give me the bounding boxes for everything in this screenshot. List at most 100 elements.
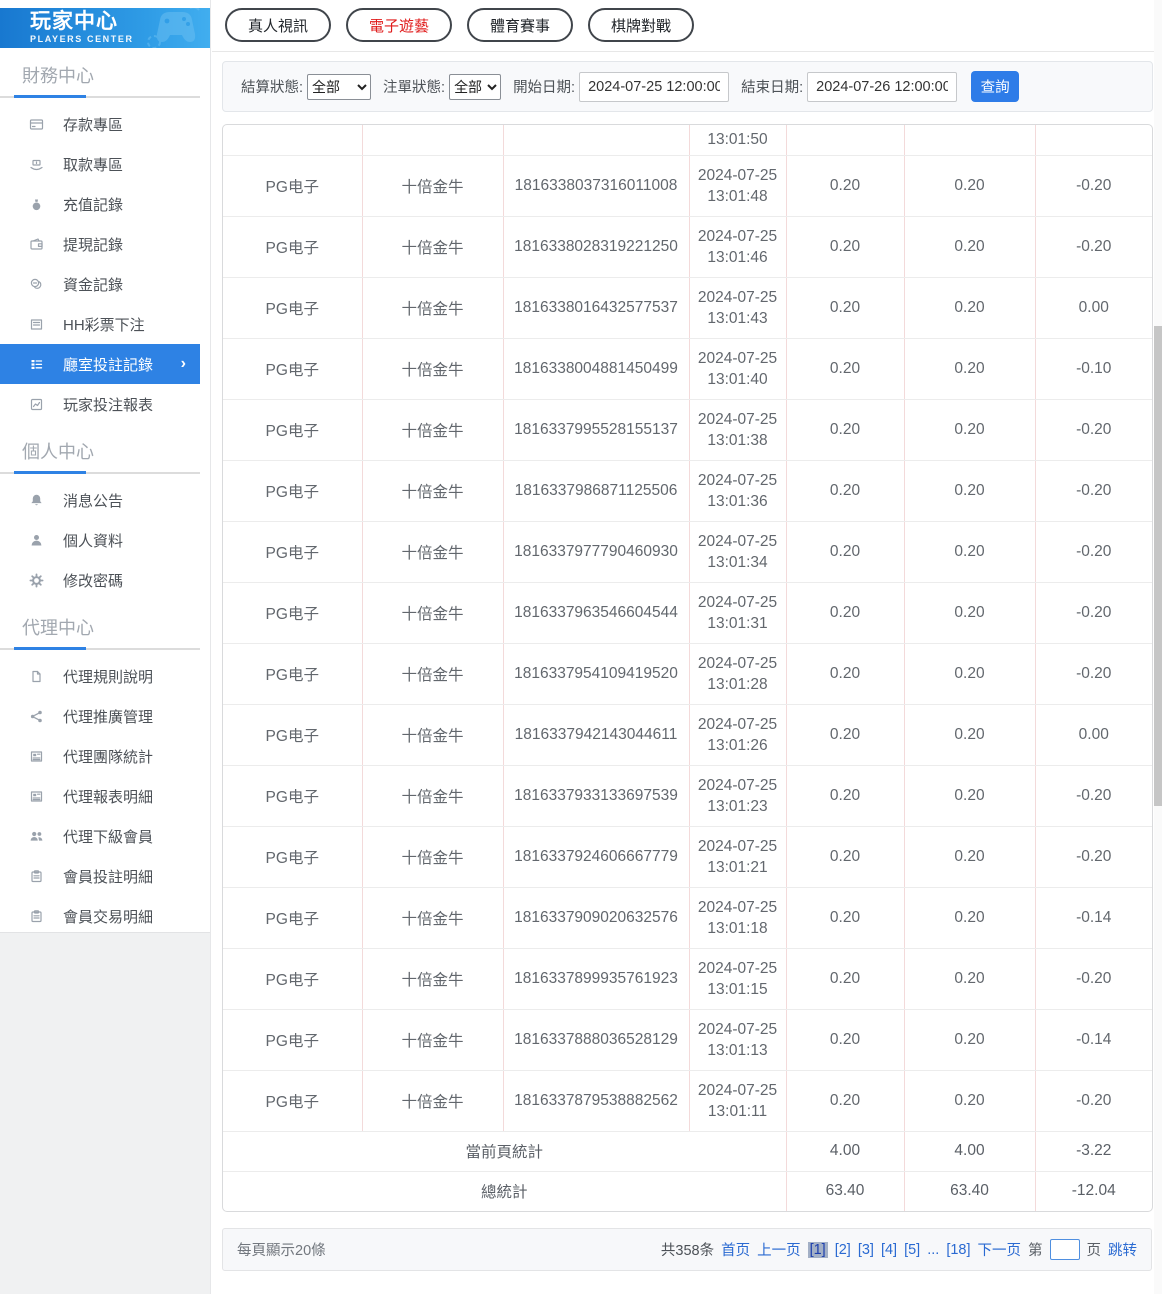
sidebar-item-announcements[interactable]: 消息公告	[0, 480, 210, 520]
cell-valid-bet: 0.20	[904, 277, 1036, 339]
cell-valid-bet: 0.20	[904, 460, 1036, 522]
cell-platform: PG电子	[223, 521, 363, 583]
cell-order-no: 1816338028319221250	[503, 216, 690, 278]
sidebar-item-agent-report-detail[interactable]: 代理報表明細	[0, 776, 210, 816]
sidebar-item-label: 存款專區	[63, 116, 124, 134]
sidebar-item-deposit[interactable]: 存款專區	[0, 104, 210, 144]
sidebar-item-agent-sub-members[interactable]: 代理下級會員	[0, 816, 210, 856]
news-icon	[28, 788, 45, 805]
cell-bet-time: 2024-07-25 13:01:46	[689, 216, 787, 278]
cell-platform	[223, 125, 363, 156]
sidebar-item-label: 資金記錄	[63, 276, 124, 294]
sidebar-item-hh-lottery[interactable]: HH彩票下注	[0, 304, 210, 344]
cell-platform: PG电子	[223, 826, 363, 888]
sidebar-item-label: 提現記錄	[63, 236, 124, 254]
sidebar-item-label: 取款專區	[63, 156, 124, 174]
page-link-2[interactable]: [2]	[835, 1242, 851, 1258]
cell-profit: -0.20	[1035, 765, 1152, 827]
cell-game: 十倍金牛	[362, 582, 504, 644]
share-icon	[28, 708, 45, 725]
cell-bet-time: 2024-07-25 13:01:18	[689, 887, 787, 949]
cell-order-no: 1816337977790460930	[503, 521, 690, 583]
order-status-label: 注單狀態:	[383, 80, 446, 96]
cell-profit: -0.20	[1035, 1070, 1152, 1132]
sidebar-item-room-bet-records[interactable]: 廳室投註記錄 ›	[0, 344, 200, 384]
jump-button[interactable]: 跳转	[1108, 1239, 1137, 1260]
sidebar-item-agent-team-stats[interactable]: 代理團隊統計	[0, 736, 210, 776]
sidebar-item-label: 廳室投註記錄	[63, 356, 154, 374]
cell-bet-time: 2024-07-25 13:01:15	[689, 948, 787, 1010]
sidebar-item-label: 代理團隊統計	[63, 748, 154, 766]
sidebar-item-label: 代理規則說明	[63, 668, 154, 686]
sidebar-item-funds-record[interactable]: 資金記錄	[0, 264, 210, 304]
cell-profit: -0.10	[1035, 338, 1152, 400]
table-row: PG电子 十倍金牛 1816337977790460930 2024-07-25…	[223, 521, 1152, 583]
sidebar-item-member-bet-detail[interactable]: 會員投註明細	[0, 856, 210, 896]
sidebar-item-member-transaction-detail[interactable]: 會員交易明細	[0, 896, 210, 936]
sidebar-item-profile[interactable]: 個人資料	[0, 520, 210, 560]
cell-valid-bet: 0.20	[904, 948, 1036, 1010]
sidebar-item-change-password[interactable]: 修改密碼	[0, 560, 210, 600]
start-date-input[interactable]	[579, 71, 730, 102]
cell-profit: -0.20	[1035, 643, 1152, 705]
jump-prefix-label: 第	[1028, 1243, 1043, 1259]
cell-profit: -0.20	[1035, 155, 1152, 217]
cell-order-no: 1816337909020632576	[503, 887, 690, 949]
sidebar-item-recharge-record[interactable]: 充值記錄	[0, 184, 210, 224]
sidebar-item-agent-rules[interactable]: 代理規則說明	[0, 656, 210, 696]
settle-status-select[interactable]: 全部	[307, 73, 372, 100]
order-status-select[interactable]: 全部	[449, 73, 502, 100]
section-title-agent: 代理中心	[22, 618, 94, 638]
next-page-link[interactable]: 下一页	[978, 1239, 1022, 1260]
cell-profit: -0.20	[1035, 216, 1152, 278]
sidebar-item-withdraw[interactable]: 取款專區	[0, 144, 210, 184]
page-link-3[interactable]: [3]	[858, 1242, 874, 1258]
sidebar-item-agent-promotion[interactable]: 代理推廣管理	[0, 696, 210, 736]
vertical-scrollbar-thumb[interactable]	[1154, 326, 1162, 806]
cell-game: 十倍金牛	[362, 1070, 504, 1132]
cell-platform: PG电子	[223, 765, 363, 827]
table-row-partial: 13:01:50	[223, 125, 1152, 156]
cell-valid-bet: 0.20	[904, 826, 1036, 888]
cell-order-no: 1816337888036528129	[503, 1009, 690, 1071]
end-date-input[interactable]	[807, 71, 958, 102]
document-icon	[28, 668, 45, 685]
cell-bet-amount: 0.20	[786, 704, 905, 766]
prev-page-link[interactable]: 上一页	[757, 1239, 801, 1260]
tab-live-casino[interactable]: 真人視訊	[225, 8, 332, 42]
pagination-ellipsis: ...	[927, 1241, 940, 1258]
cell-platform: PG电子	[223, 1070, 363, 1132]
page-summary-valid-bet: 4.00	[904, 1131, 1036, 1172]
sidebar-item-withdraw-record[interactable]: 提現記錄	[0, 224, 210, 264]
page-link-1-current[interactable]: [1]	[807, 1241, 828, 1258]
cell-valid-bet: 0.20	[904, 765, 1036, 827]
sidebar-item-label: 消息公告	[63, 492, 124, 510]
cell-bet-time: 2024-07-25 13:01:48	[689, 155, 787, 217]
settle-status-label: 結算狀態:	[241, 80, 304, 96]
tab-electronic-games[interactable]: 電子遊藝	[346, 8, 453, 42]
cell-valid-bet: 0.20	[904, 1009, 1036, 1071]
first-page-link[interactable]: 首页	[721, 1239, 750, 1260]
page-summary-row: 當前頁統計 4.00 4.00 -3.22	[223, 1131, 1152, 1172]
search-button[interactable]: 查詢	[971, 71, 1020, 102]
cell-platform: PG电子	[223, 582, 363, 644]
jump-page-input[interactable]	[1049, 1239, 1080, 1260]
cell-profit: -0.20	[1035, 521, 1152, 583]
tab-board-card-games[interactable]: 棋牌對戰	[588, 8, 695, 42]
page-link-5[interactable]: [5]	[904, 1242, 920, 1258]
cell-game: 十倍金牛	[362, 1009, 504, 1071]
cell-platform: PG电子	[223, 948, 363, 1010]
table-row: PG电子 十倍金牛 1816337954109419520 2024-07-25…	[223, 643, 1152, 705]
tab-sports[interactable]: 體育賽事	[467, 8, 574, 42]
cell-game: 十倍金牛	[362, 338, 504, 400]
cell-valid-bet: 0.20	[904, 704, 1036, 766]
table-row: PG电子 十倍金牛 1816337924606667779 2024-07-25…	[223, 826, 1152, 888]
page-link-4[interactable]: [4]	[881, 1242, 897, 1258]
cell-bet-amount: 0.20	[786, 399, 905, 461]
sidebar-item-player-bet-report[interactable]: 玩家投注報表	[0, 384, 210, 424]
cell-bet-amount: 0.20	[786, 765, 905, 827]
page-link-18[interactable]: [18]	[946, 1242, 970, 1258]
cell-valid-bet: 0.20	[904, 399, 1036, 461]
table-row: PG电子 十倍金牛 1816337888036528129 2024-07-25…	[223, 1009, 1152, 1071]
section-divider	[0, 647, 200, 650]
